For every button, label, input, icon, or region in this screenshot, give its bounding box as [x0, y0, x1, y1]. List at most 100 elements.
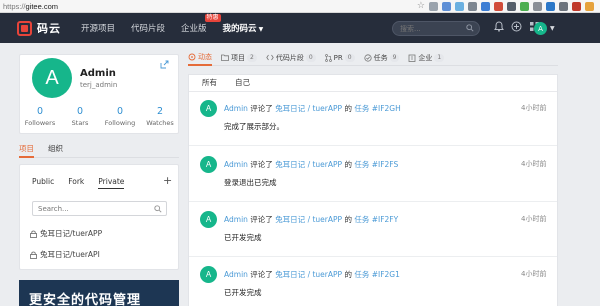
activity-tabs: 动态 项目 2 代码片段 0 PR 0 任务 9 企业 1 [188, 50, 558, 66]
repo-search[interactable] [32, 201, 167, 216]
nav-link-my-gitee[interactable]: 我的码云 ▼ [223, 22, 264, 34]
extension-icon[interactable] [494, 1, 503, 11]
stat-stars[interactable]: 0 Stars [60, 106, 100, 127]
feed-project-link[interactable]: 兔耳日记 / tuerAPP [275, 104, 342, 113]
code-icon [266, 54, 274, 61]
feed-comment: 已开发完成 [224, 288, 262, 297]
feed-project-link[interactable]: 兔耳日记 / tuerAPP [275, 270, 342, 279]
extension-icon[interactable] [520, 1, 529, 11]
nav-link-open-source[interactable]: 开源项目 [81, 22, 115, 34]
feed-avatar[interactable]: A [200, 156, 217, 173]
repo-search-input[interactable] [33, 202, 143, 215]
tab-enterprise[interactable]: 企业 1 [408, 50, 445, 66]
extension-icon[interactable] [442, 1, 451, 11]
filter-public[interactable]: Public [32, 177, 54, 189]
filter-private[interactable]: Private [98, 177, 125, 189]
extension-icon[interactable] [481, 1, 490, 11]
feed-avatar[interactable]: A [200, 211, 217, 228]
feed-user-link[interactable]: Admin [224, 104, 248, 113]
tab-pull-requests[interactable]: PR 0 [324, 50, 355, 66]
extension-icon[interactable] [468, 1, 477, 11]
extension-icon[interactable] [546, 1, 555, 11]
stat-watches[interactable]: 2 Watches [140, 106, 180, 127]
feed-comment: 已开发完成 [224, 233, 262, 242]
add-repo-icon[interactable]: + [163, 174, 172, 187]
stat-value: 2 [156, 106, 164, 117]
repo-list-item[interactable]: 兔耳日记/tuerAPI [30, 249, 100, 260]
extension-icon[interactable] [455, 1, 464, 11]
tab-snippets[interactable]: 代码片段 0 [266, 50, 316, 66]
bookmark-star-icon[interactable]: ☆ [417, 1, 425, 11]
feed-project-link[interactable]: 兔耳日记 / tuerAPP [275, 215, 342, 224]
stat-label: Stars [71, 119, 89, 127]
top-navbar: 码云 开源项目 代码片段 企业版特惠 我的码云▼ A ▼ [0, 13, 600, 43]
repo-list-item[interactable]: 兔耳日记/tuerAPP [30, 228, 102, 239]
feed-user-link[interactable]: Admin [224, 270, 248, 279]
tab-count: 1 [434, 53, 445, 62]
feed-project-link[interactable]: 兔耳日记 / tuerAPP [275, 160, 342, 169]
tab-organizations[interactable]: 组织 [48, 142, 63, 158]
feed-task-link[interactable]: 任务 #IF2FY [354, 215, 398, 224]
logo-text: 码云 [37, 22, 61, 35]
browser-address-bar[interactable]: https://gitee.com ☆ [0, 0, 600, 13]
promo-banner[interactable]: 更安全的代码管理 [19, 280, 179, 306]
search-icon[interactable] [154, 205, 162, 213]
nav-link-snippets[interactable]: 代码片段 [131, 22, 165, 34]
lock-icon [30, 251, 37, 259]
extension-icon[interactable] [585, 1, 594, 11]
plus-circle-icon[interactable] [511, 21, 522, 32]
extension-icon[interactable] [559, 1, 568, 11]
tab-tasks[interactable]: 任务 9 [363, 50, 400, 66]
nav-link-enterprise[interactable]: 企业版 特惠 [181, 14, 221, 34]
chevron-down-icon[interactable]: ▼ [550, 25, 555, 32]
nav-search-input[interactable] [400, 24, 460, 33]
feed-subtabs: 所有 自己 [189, 75, 557, 92]
feed-item-headline: Admin 评论了 兔耳日记 / tuerAPP 的 任务 #IF2FS [224, 159, 398, 170]
feed-connector: 的 [342, 104, 355, 113]
bell-icon[interactable] [494, 21, 504, 32]
stat-followers[interactable]: 0 Followers [20, 106, 60, 127]
tab-projects[interactable]: 项目 [19, 142, 34, 158]
nav-search[interactable] [392, 21, 480, 36]
stat-label: Followers [24, 119, 56, 127]
nav-link-label: 代码片段 [131, 24, 166, 34]
subtab-all[interactable]: 所有 [202, 75, 217, 91]
tab-label: PR [333, 53, 343, 62]
feed-comment: 登录退出已完成 [224, 178, 277, 187]
stat-following[interactable]: 0 Following [100, 106, 140, 127]
tab-label: 企业 [418, 53, 433, 62]
filter-fork[interactable]: Fork [68, 177, 84, 189]
tab-count: 0 [305, 53, 316, 62]
task-check-icon [363, 53, 372, 62]
user-avatar-menu[interactable]: A [534, 22, 547, 35]
feed-user-link[interactable]: Admin [224, 215, 248, 224]
subtab-self[interactable]: 自己 [235, 75, 250, 91]
profile-name[interactable]: Admin [80, 68, 116, 79]
avatar-letter: A [205, 160, 212, 169]
extension-icon[interactable] [429, 1, 438, 11]
tab-activity[interactable]: 动态 [188, 50, 212, 66]
edit-profile-icon[interactable] [160, 60, 169, 69]
activity-feed: 所有 自己 A Admin 评论了 兔耳日记 / tuerAPP 的 任务 #I… [188, 74, 558, 306]
feed-user-link[interactable]: Admin [224, 160, 248, 169]
profile-login: terj_admin [80, 81, 118, 89]
site-logo[interactable]: 码云 [17, 20, 81, 36]
avatar-letter: A [205, 215, 212, 224]
feed-avatar[interactable]: A [200, 266, 217, 283]
extension-icon[interactable] [572, 1, 581, 11]
tab-projects-count[interactable]: 项目 2 [221, 50, 257, 66]
feed-action: 评论了 [247, 270, 276, 279]
lock-icon [30, 230, 37, 238]
feed-task-link[interactable]: 任务 #IF2FS [354, 160, 398, 169]
repo-panel: Public Fork Private + 兔耳日记/tuerAPP 兔耳日记/… [19, 164, 179, 270]
feed-task-link[interactable]: 任务 #IF2G1 [354, 270, 400, 279]
url-text[interactable]: https://gitee.com [3, 2, 58, 11]
profile-avatar[interactable]: A [32, 58, 72, 98]
feed-avatar[interactable]: A [200, 100, 217, 117]
extension-icon[interactable] [533, 1, 542, 11]
search-icon[interactable] [466, 24, 474, 32]
tab-label: 代码片段 [275, 53, 304, 62]
extension-icon[interactable] [507, 1, 516, 11]
feed-task-link[interactable]: 任务 #IF2GH [354, 104, 400, 113]
logo-mark-icon [17, 20, 32, 36]
